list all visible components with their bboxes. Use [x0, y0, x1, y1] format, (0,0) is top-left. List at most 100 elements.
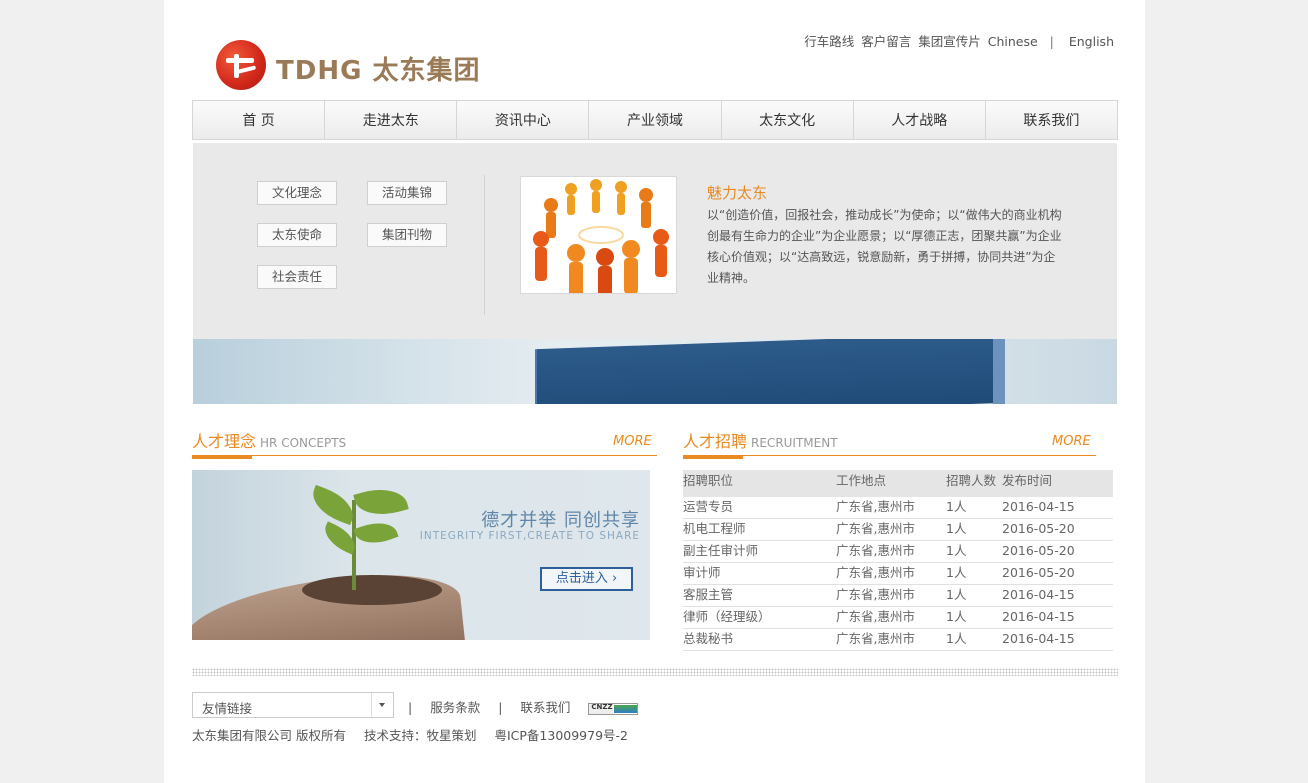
friend-links-select[interactable]: 友情链接: [192, 692, 394, 718]
nav-talent[interactable]: 人才战略: [854, 101, 986, 139]
submenu-description: 以“创造价值，回报社会，推动成长”为使命；以“做伟大的商业机构创最有生命力的企业…: [707, 208, 1062, 285]
top-link-video[interactable]: 集团宣传片: [918, 31, 981, 50]
job-title[interactable]: 客服主管: [683, 585, 836, 606]
job-date: 2016-05-20: [1002, 543, 1075, 558]
copyright: 太东集团有限公司 版权所有 技术支持：牧星策划 粤ICP备13009979号-2: [192, 725, 642, 744]
hr-concepts-more-link[interactable]: MORE: [613, 434, 652, 449]
job-count: 1人: [946, 499, 967, 514]
submenu-publications[interactable]: 集团刊物: [367, 223, 447, 247]
banner-building: [535, 339, 1005, 404]
job-title[interactable]: 机电工程师: [683, 519, 836, 540]
nav-contact[interactable]: 联系我们: [986, 101, 1117, 139]
nav-news[interactable]: 资讯中心: [457, 101, 590, 139]
banner-building-edge: [993, 339, 1005, 404]
logo-text: TDHG 太东集团: [276, 56, 481, 86]
cnzz-badge-icon[interactable]: CNZZ: [588, 702, 639, 715]
col-date: 发布时间: [1002, 473, 1053, 488]
job-location: 广东省,惠州市: [836, 587, 915, 602]
recruitment-title: 人才招聘: [683, 432, 748, 451]
logo[interactable]: TDHG 太东集团: [216, 38, 479, 92]
submenu-activities[interactable]: 活动集锦: [367, 181, 447, 205]
job-location: 广东省,惠州市: [836, 631, 915, 646]
footer-links: | 服务条款 | 联系我们 CNZZ: [408, 697, 639, 716]
nav-industry[interactable]: 产业领域: [589, 101, 722, 139]
job-date: 2016-04-15: [1002, 499, 1075, 514]
col-count: 招聘人数: [946, 473, 997, 488]
hand-graphic: [192, 565, 466, 640]
job-date: 2016-05-20: [1002, 521, 1075, 536]
job-title[interactable]: 律师（经理级）: [683, 607, 836, 628]
recruitment-more-link[interactable]: MORE: [1052, 434, 1091, 449]
job-date: 2016-05-20: [1002, 565, 1075, 580]
job-count: 1人: [946, 565, 967, 580]
col-location: 工作地点: [836, 473, 887, 488]
lang-chinese[interactable]: Chinese: [988, 34, 1038, 49]
table-row[interactable]: 客服主管 广东省,惠州市 1人 2016-04-15: [683, 585, 1113, 607]
footer-dotted-divider: [192, 668, 1118, 676]
sprout-leaf-icon: [353, 515, 399, 551]
hr-slogan-en: INTEGRITY FIRST,CREATE TO SHARE: [419, 530, 640, 542]
job-location: 广东省,惠州市: [836, 565, 915, 580]
recruitment-underline-accent: [683, 455, 743, 459]
job-location: 广东省,惠州市: [836, 609, 915, 624]
table-row[interactable]: 总裁秘书 广东省,惠州市 1人 2016-04-15: [683, 629, 1113, 651]
footer-service-terms[interactable]: 服务条款: [430, 700, 480, 715]
job-title[interactable]: 审计师: [683, 563, 836, 584]
job-count: 1人: [946, 521, 967, 536]
table-row[interactable]: 副主任审计师 广东省,惠州市 1人 2016-05-20: [683, 541, 1113, 563]
top-link-message[interactable]: 客户留言: [861, 31, 911, 50]
lang-separator: |: [1049, 34, 1054, 49]
submenu-mission[interactable]: 太东使命: [257, 223, 337, 247]
job-title[interactable]: 副主任审计师: [683, 541, 836, 562]
footer-contact[interactable]: 联系我们: [520, 700, 570, 715]
hr-concepts-title-en: HR CONCEPTS: [260, 436, 347, 450]
job-date: 2016-04-15: [1002, 631, 1075, 646]
lang-english[interactable]: English: [1069, 34, 1114, 49]
hr-concepts-title: 人才理念: [192, 432, 257, 451]
job-date: 2016-04-15: [1002, 609, 1075, 624]
recruitment-title-en: RECRUITMENT: [751, 436, 838, 450]
job-count: 1人: [946, 587, 967, 602]
job-location: 广东省,惠州市: [836, 543, 915, 558]
job-title[interactable]: 总裁秘书: [683, 629, 836, 650]
table-row[interactable]: 审计师 广东省,惠州市 1人 2016-05-20: [683, 563, 1113, 585]
submenu-social-responsibility[interactable]: 社会责任: [257, 265, 337, 289]
table-row[interactable]: 运营专员 广东省,惠州市 1人 2016-04-15: [683, 497, 1113, 519]
nav-about[interactable]: 走进太东: [325, 101, 458, 139]
hero-banner: [193, 339, 1117, 404]
job-count: 1人: [946, 631, 967, 646]
job-count: 1人: [946, 543, 967, 558]
hr-concepts-underline: [192, 455, 657, 456]
top-links: 行车路线 客户留言 集团宣传片 Chinese | English: [801, 31, 1114, 50]
icp-number[interactable]: 粤ICP备13009979号-2: [494, 728, 628, 743]
job-date: 2016-04-15: [1002, 587, 1075, 602]
sprout-leaf-icon: [353, 482, 409, 522]
hr-slogan-cn: 德才并举 同创共享: [481, 510, 640, 531]
job-count: 1人: [946, 609, 967, 624]
nav-home[interactable]: 首 页: [193, 101, 326, 139]
copyright-text: 太东集团有限公司 版权所有: [192, 728, 346, 743]
top-link-route[interactable]: 行车路线: [804, 31, 854, 50]
page: TDHG 太东集团 行车路线 客户留言 集团宣传片 Chinese | Engl…: [164, 0, 1145, 783]
hr-concepts-image[interactable]: 德才并举 同创共享 INTEGRITY FIRST,CREATE TO SHAR…: [192, 470, 650, 640]
submenu-divider: [484, 175, 485, 315]
chevron-down-icon[interactable]: [371, 693, 393, 717]
recruitment-table: 招聘职位 工作地点 招聘人数 发布时间 运营专员 广东省,惠州市 1人 2016…: [683, 470, 1113, 651]
col-position: 招聘职位: [683, 473, 734, 488]
friend-links-selected: 友情链接: [202, 701, 253, 716]
table-header: 招聘职位 工作地点 招聘人数 发布时间: [683, 470, 1113, 497]
footer-separator: |: [498, 700, 503, 715]
nav-culture[interactable]: 太东文化: [722, 101, 854, 139]
hr-concepts-underline-accent: [192, 455, 252, 459]
culture-submenu-panel: 文化理念 活动集锦 太东使命 集团刊物 社会责任 魅力太东 以“创造价值，回报社…: [193, 143, 1117, 339]
table-row[interactable]: 机电工程师 广东省,惠州市 1人 2016-05-20: [683, 519, 1113, 541]
recruitment-underline: [683, 455, 1096, 456]
table-row[interactable]: 律师（经理级） 广东省,惠州市 1人 2016-04-15: [683, 607, 1113, 629]
enter-button[interactable]: 点击进入 ›: [540, 567, 633, 591]
tech-support: 技术支持：牧星策划: [363, 728, 477, 743]
job-title[interactable]: 运营专员: [683, 497, 836, 518]
submenu-title: 魅力太东: [707, 184, 768, 202]
job-location: 广东省,惠州市: [836, 521, 915, 536]
submenu-culture-concept[interactable]: 文化理念: [257, 181, 337, 205]
hr-concepts-heading: 人才理念 HR CONCEPTS: [192, 428, 346, 452]
